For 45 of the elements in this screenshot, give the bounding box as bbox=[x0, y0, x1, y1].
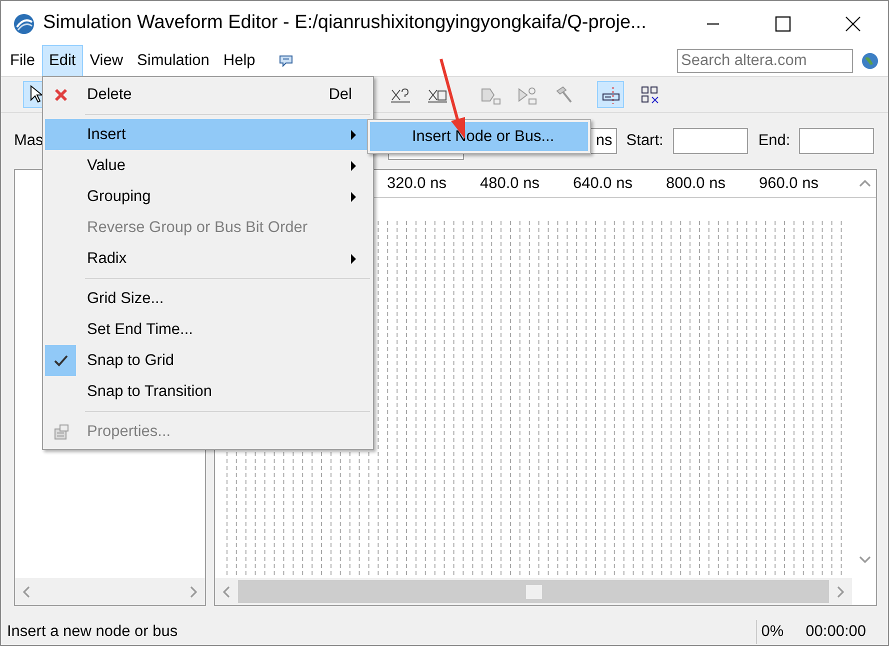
time-tick-label: 480.0 ns bbox=[480, 174, 540, 194]
time-tick-label: 800.0 ns bbox=[666, 174, 726, 194]
search-field[interactable]: Search altera.com bbox=[677, 49, 853, 73]
menu-item[interactable]: Simulation bbox=[130, 45, 216, 77]
master-label: Mas bbox=[14, 131, 44, 152]
scroll-right-icon[interactable] bbox=[189, 586, 198, 598]
scroll-left-icon[interactable] bbox=[22, 586, 31, 598]
menu-item[interactable]: Delete Del bbox=[45, 79, 370, 110]
end-label: End: bbox=[758, 131, 790, 152]
end-field[interactable] bbox=[799, 128, 874, 154]
feedback-icon[interactable] bbox=[278, 54, 294, 68]
status-message: Insert a new node or bus bbox=[7, 622, 179, 642]
globe-icon[interactable] bbox=[861, 52, 879, 70]
shortcut-text: Del bbox=[328, 84, 353, 105]
menu-item[interactable]: File bbox=[3, 45, 42, 77]
scroll-left-icon[interactable] bbox=[222, 586, 231, 598]
menu-item[interactable]: Grouping bbox=[45, 181, 370, 212]
time-tick-label: 640.0 ns bbox=[573, 174, 634, 194]
scroll-down-icon[interactable] bbox=[859, 554, 871, 564]
menu-item[interactable]: Value bbox=[45, 150, 370, 181]
start-field[interactable] bbox=[673, 128, 748, 154]
horizontal-scrollbar[interactable] bbox=[15, 578, 205, 605]
scroll-right-icon[interactable] bbox=[836, 586, 845, 598]
elapsed-time: 00:00:00 bbox=[806, 622, 866, 642]
scroll-up-icon[interactable] bbox=[859, 178, 871, 188]
menu-item[interactable]: View bbox=[82, 45, 130, 77]
menu-item[interactable]: Snap to Grid bbox=[45, 345, 370, 376]
time-tick-label: 960.0 ns bbox=[759, 174, 820, 194]
scrollbar-thumb[interactable] bbox=[526, 584, 542, 598]
delete-icon bbox=[52, 86, 68, 102]
app-logo-icon bbox=[13, 12, 35, 34]
time-tick-label: 320.0 ns bbox=[387, 174, 448, 194]
progress-text: 0% bbox=[756, 620, 806, 644]
menu-item[interactable]: Grid Size... bbox=[45, 283, 370, 314]
menu-item[interactable]: Help bbox=[216, 45, 262, 77]
properties-icon bbox=[52, 424, 68, 440]
start-label: Start: bbox=[626, 131, 664, 152]
menu-item[interactable]: Insert bbox=[45, 119, 370, 150]
close-icon[interactable] bbox=[845, 16, 861, 32]
menu-item[interactable]: Radix bbox=[45, 243, 370, 274]
menu-item[interactable]: Snap to Transition bbox=[45, 376, 370, 407]
menu-item[interactable]: Edit bbox=[42, 45, 83, 77]
maximize-icon[interactable] bbox=[775, 16, 791, 32]
window-title: Simulation Waveform Editor - E:/qianrushixitongyingyongkaifa/Q-proje... bbox=[43, 11, 646, 36]
menu-item[interactable]: Set End Time... bbox=[45, 314, 370, 345]
